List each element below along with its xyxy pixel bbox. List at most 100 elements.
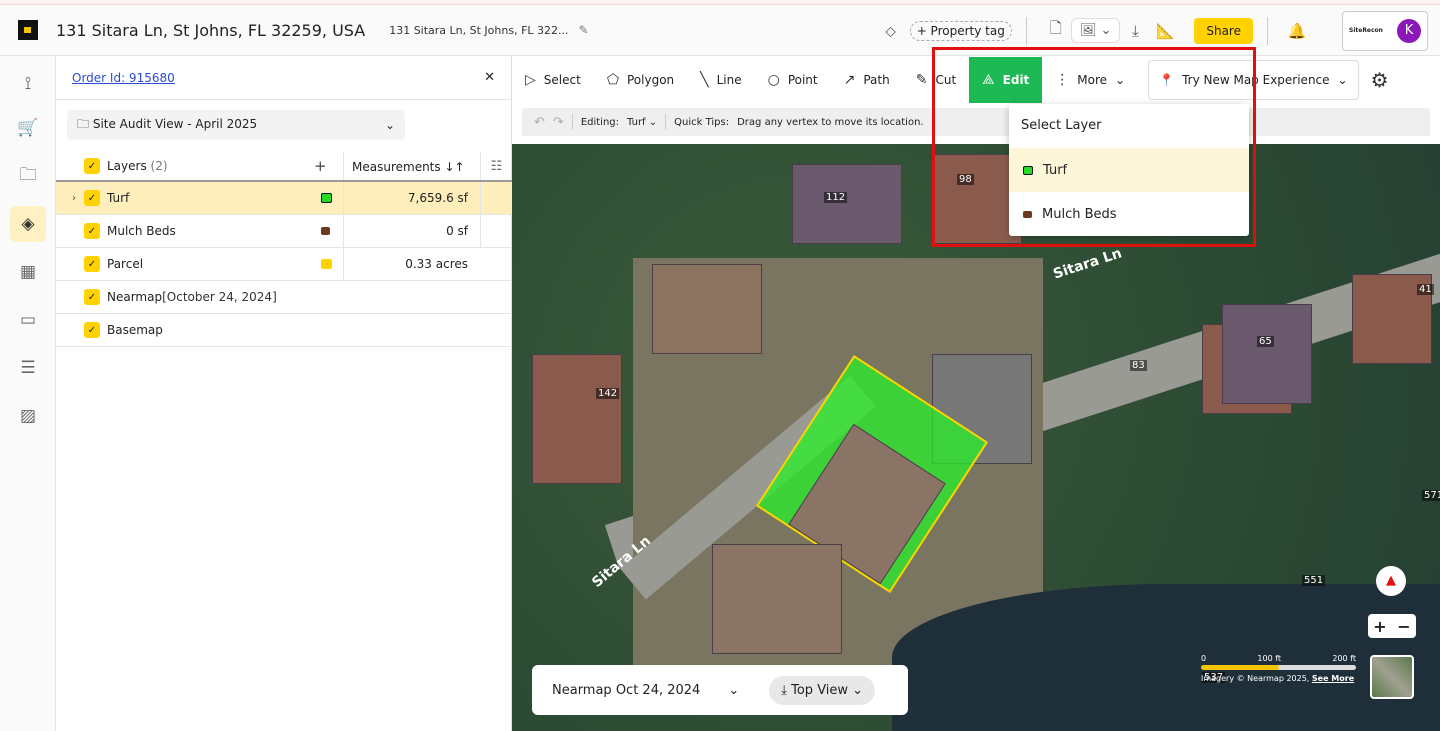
layer-checkbox[interactable]: ✓	[84, 223, 100, 239]
account-menu[interactable]: SiteRecon K	[1342, 10, 1428, 51]
rail-image-icon[interactable]: ▨	[10, 398, 46, 434]
select-all-checkbox[interactable]: ✓	[84, 158, 100, 174]
layer-checkbox[interactable]: ✓	[84, 289, 100, 305]
attribution: Imagery © Nearmap 2025,	[1201, 674, 1310, 683]
brand-logo: SiteRecon	[1349, 27, 1383, 34]
layer-row-turf[interactable]: › ✓ Turf 7,659.6 sf	[56, 182, 512, 215]
scale-label: 200 ft	[1332, 654, 1356, 663]
map-canvas[interactable]: 112 98 41 65 83 142 571 551 537 Sitara L…	[512, 144, 1440, 731]
house-number: 112	[824, 192, 848, 203]
scale-label: 100 ft	[1257, 654, 1282, 663]
dropdown-item-mulch-beds[interactable]: Mulch Beds	[1009, 192, 1249, 236]
property-name: 131 Sitara Ln, St Johns, FL 322...	[389, 23, 569, 37]
app-logo[interactable]	[18, 20, 38, 40]
rail-chat-icon[interactable]: ▭	[10, 302, 46, 338]
chevron-down-icon: ⌄	[1115, 73, 1126, 87]
map-experience-button[interactable]: 📍 Try New Map Experience ⌄	[1148, 60, 1359, 100]
order-id-link[interactable]: Order Id: 915680	[72, 71, 175, 85]
table-header: ✓ Layers (2) + Measurements ↓↑ ☷	[56, 152, 512, 182]
tips-label: Quick Tips:	[674, 116, 730, 128]
house-number: 65	[1257, 336, 1274, 347]
row-end	[480, 215, 512, 247]
gear-icon[interactable]: ⚙	[1371, 68, 1389, 92]
house-number: 83	[1130, 360, 1147, 371]
house-number: 551	[1302, 575, 1326, 586]
filter-settings-icon[interactable]: ☷	[480, 152, 512, 180]
image-dropdown-button[interactable]: 🖼 ⌄	[1070, 18, 1121, 43]
bell-icon[interactable]: 🔔	[1282, 22, 1312, 40]
zoom-controls: + −	[1368, 614, 1416, 638]
edit-pencil-icon[interactable]: ✎	[579, 23, 589, 37]
layers-table: ✓ Layers (2) + Measurements ↓↑ ☷ › ✓ Tur…	[56, 152, 512, 347]
layer-measurement: 7,659.6 sf	[343, 182, 480, 214]
editing-layer-select[interactable]: Turf ⌄	[627, 117, 657, 128]
scale-bar: 0 100 ft 200 ft Imagery © Nearmap 2025, Se…	[1201, 654, 1356, 683]
app-header: 131 Sitara Ln, St Johns, FL 32259, USA 1…	[0, 5, 1440, 56]
zoom-in-button[interactable]: +	[1373, 617, 1386, 636]
page-title: 131 Sitara Ln, St Johns, FL 32259, USA	[56, 20, 366, 40]
layers-header: Layers	[107, 159, 147, 173]
download-icon[interactable]: ⤓	[1120, 22, 1150, 40]
expand-chevron-icon[interactable]: ›	[72, 193, 76, 204]
divider	[1267, 16, 1268, 45]
edit-vertex-icon: ⟁	[982, 72, 995, 88]
layer-row-mulch-beds[interactable]: ✓ Mulch Beds 0 sf	[56, 215, 512, 248]
close-icon[interactable]: ✕	[484, 70, 495, 85]
view-selector[interactable]: 🗀 Site Audit View - April 2025 ⌄	[67, 110, 405, 140]
property-tag-button[interactable]: + Property tag	[909, 20, 1012, 41]
point-tool[interactable]: ○ Point	[755, 57, 831, 103]
polygon-tool[interactable]: ⬠ Polygon	[594, 57, 687, 103]
rail-cart-icon[interactable]: 🛒	[10, 110, 46, 146]
cut-tool[interactable]: ✎ Cut	[903, 57, 969, 103]
rail-folder-icon[interactable]: 🗀	[10, 158, 46, 194]
layer-row-basemap[interactable]: ✓ Basemap	[56, 314, 512, 347]
zoom-out-button[interactable]: −	[1397, 617, 1410, 636]
path-tool[interactable]: ↗ Path	[831, 57, 903, 103]
edit-tool[interactable]: ⟁ Edit	[969, 57, 1043, 103]
avatar: K	[1397, 18, 1421, 43]
rail-report-icon[interactable]: ☰	[10, 350, 46, 386]
add-layer-button[interactable]: +	[314, 157, 327, 175]
select-tool[interactable]: ▷ Select	[512, 57, 594, 103]
undo-icon[interactable]: ↶	[534, 115, 545, 130]
see-more-link[interactable]: See More	[1312, 674, 1354, 683]
tag-icon: ⬦	[885, 21, 896, 40]
editing-bar: ↶ ↷ Editing: Turf ⌄ Quick Tips: Drag any…	[522, 108, 1430, 136]
house	[532, 354, 622, 484]
imagery-date-select[interactable]: Nearmap Oct 24, 2024	[552, 683, 700, 698]
compass-icon[interactable]: ▲	[1376, 566, 1406, 596]
rail-calculator-icon[interactable]: ▦	[10, 254, 46, 290]
view-icon: ⤓	[781, 682, 792, 698]
folder-icon: 🗀	[77, 116, 93, 131]
layer-name: Basemap	[107, 323, 163, 337]
rail-layers-icon[interactable]: ◈	[10, 206, 46, 242]
top-view-button[interactable]: ⤓ Top View ⌄	[769, 675, 876, 705]
line-tool[interactable]: ╲ Line	[687, 57, 754, 103]
layer-checkbox[interactable]: ✓	[84, 322, 100, 338]
layer-color-swatch	[321, 227, 330, 235]
dropdown-item-turf[interactable]: Turf	[1009, 148, 1249, 192]
chevron-down-icon[interactable]: ⌄	[728, 683, 739, 698]
more-vertical-icon: ⋮	[1055, 72, 1070, 88]
measurements-header[interactable]: Measurements ↓↑	[343, 152, 480, 180]
share-button[interactable]: Share	[1194, 17, 1253, 44]
house	[712, 544, 842, 654]
editing-label: Editing:	[580, 116, 620, 128]
house	[1222, 304, 1312, 404]
layer-row-parcel[interactable]: ✓ Parcel 0.33 acres	[56, 248, 512, 281]
redo-icon[interactable]: ↷	[553, 115, 564, 130]
map-pin-icon: 📍	[1159, 73, 1175, 87]
imagery-date: [October 24, 2024]	[162, 290, 277, 304]
basemap-thumbnail[interactable]	[1370, 655, 1414, 699]
rail-draw-icon[interactable]: ⟟	[10, 66, 46, 102]
street-label: Sitara Ln	[1051, 245, 1124, 283]
knife-icon: ✎	[915, 72, 928, 88]
more-menu[interactable]: ⋮ More ⌄	[1042, 57, 1138, 103]
document-icon[interactable]: 🗋	[1041, 18, 1071, 43]
layer-checkbox[interactable]: ✓	[84, 190, 100, 206]
layer-checkbox[interactable]: ✓	[84, 256, 100, 272]
ruler-icon[interactable]: 📐	[1150, 22, 1180, 40]
layer-color-swatch	[321, 259, 332, 269]
point-icon: ○	[767, 72, 780, 88]
layer-row-nearmap[interactable]: ✓ Nearmap[October 24, 2024]	[56, 281, 512, 314]
